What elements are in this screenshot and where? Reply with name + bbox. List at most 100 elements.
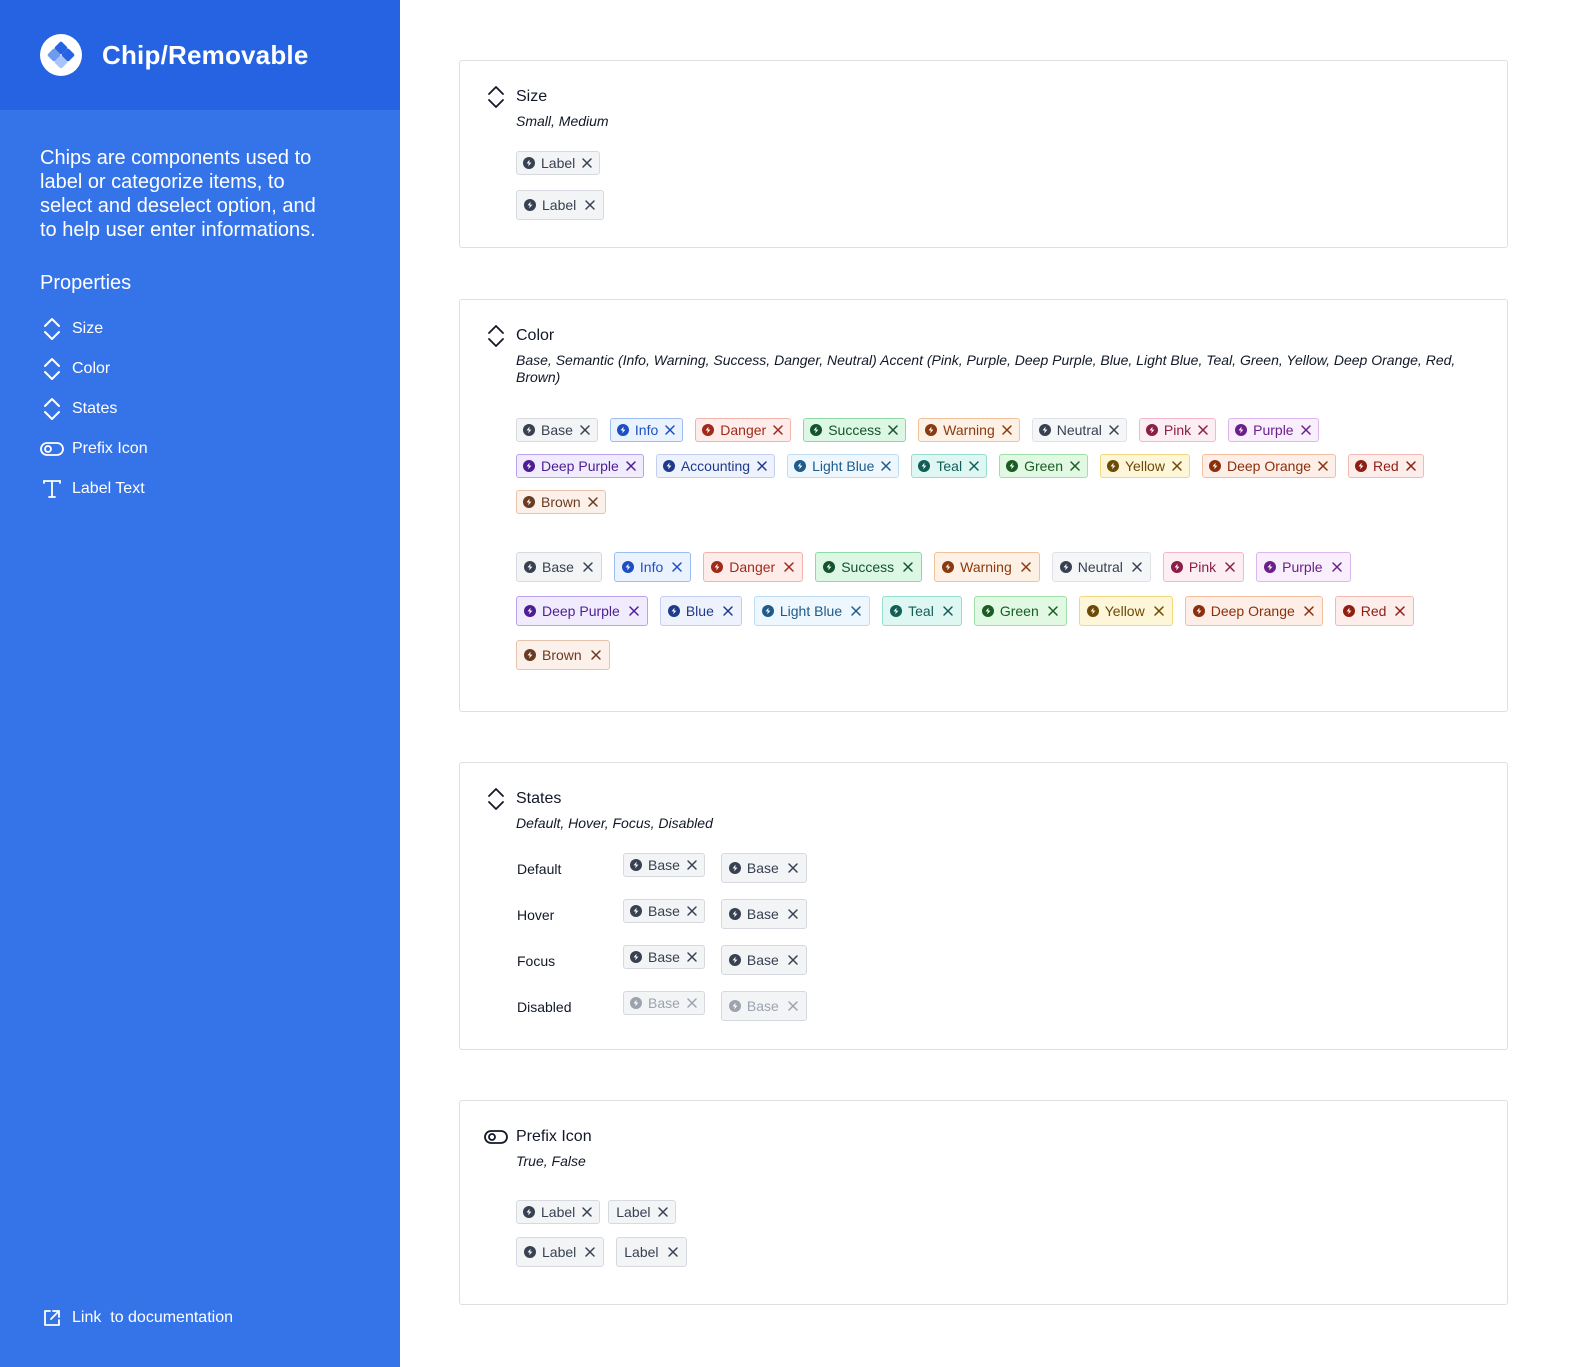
chip-base[interactable]: Base (623, 899, 705, 923)
chip-deep-orange[interactable]: Deep Orange (1184, 596, 1323, 626)
close-icon[interactable] (590, 649, 602, 661)
chip-base[interactable]: Base (623, 945, 705, 969)
chip-warning[interactable]: Warning (934, 552, 1040, 582)
close-icon[interactable] (1069, 460, 1081, 472)
close-icon[interactable] (942, 605, 954, 617)
chip-red[interactable]: Red (1348, 454, 1424, 478)
documentation-link[interactable]: Link to documentation (40, 1306, 233, 1330)
chip-purple[interactable]: Purple (1256, 552, 1351, 582)
close-icon[interactable] (1224, 561, 1236, 573)
chip-base[interactable]: Base (623, 853, 705, 877)
close-icon[interactable] (1303, 605, 1315, 617)
close-icon[interactable] (880, 460, 892, 472)
close-icon[interactable] (722, 605, 734, 617)
chip-yellow[interactable]: Yellow (1078, 596, 1173, 626)
close-icon[interactable] (756, 460, 768, 472)
chip-deep-purple[interactable]: Deep Purple (516, 454, 644, 478)
chip[interactable]: Label (516, 151, 601, 175)
close-icon[interactable] (850, 605, 862, 617)
chip-green[interactable]: Green (973, 596, 1067, 626)
chip-success[interactable]: Success (815, 552, 923, 582)
chip-base[interactable]: Base (516, 418, 598, 442)
chip-teal[interactable]: Teal (882, 596, 962, 626)
close-icon[interactable] (787, 908, 799, 920)
chip-base[interactable]: Base (720, 899, 807, 929)
chip-brown[interactable]: Brown (516, 490, 606, 514)
chip-neutral[interactable]: Neutral (1031, 418, 1127, 442)
close-icon[interactable] (1394, 605, 1406, 617)
close-icon[interactable] (686, 951, 698, 963)
close-icon[interactable] (628, 605, 640, 617)
chip-danger[interactable]: Danger (703, 552, 804, 582)
close-icon[interactable] (664, 424, 676, 436)
close-icon[interactable] (1108, 424, 1120, 436)
close-icon[interactable] (1331, 561, 1343, 573)
close-icon[interactable] (667, 1246, 679, 1258)
close-icon[interactable] (581, 157, 593, 169)
chip-base[interactable]: Base (516, 552, 602, 582)
chip-light-blue[interactable]: Light Blue (787, 454, 900, 478)
chip-teal[interactable]: Teal (911, 454, 988, 478)
chip-purple[interactable]: Purple (1228, 418, 1319, 442)
property-item-size[interactable]: Size (40, 309, 400, 349)
close-icon[interactable] (579, 424, 591, 436)
chip-base[interactable]: Base (720, 853, 807, 883)
close-icon[interactable] (1405, 460, 1417, 472)
chip-green[interactable]: Green (999, 454, 1088, 478)
close-icon[interactable] (1300, 424, 1312, 436)
close-icon[interactable] (671, 561, 683, 573)
chip-deep-orange[interactable]: Deep Orange (1201, 454, 1337, 478)
close-icon[interactable] (587, 496, 599, 508)
close-icon[interactable] (582, 561, 594, 573)
chip-light-blue[interactable]: Light Blue (753, 596, 871, 626)
close-icon[interactable] (625, 460, 637, 472)
chip-with-prefix[interactable]: Label (516, 1200, 601, 1224)
close-icon[interactable] (787, 862, 799, 874)
chip[interactable]: Label (516, 190, 605, 220)
chip-brown[interactable]: Brown (516, 640, 610, 670)
chip-red[interactable]: Red (1334, 596, 1415, 626)
close-icon[interactable] (1171, 460, 1183, 472)
close-icon[interactable] (787, 954, 799, 966)
close-icon[interactable] (657, 1206, 669, 1218)
close-icon[interactable] (686, 905, 698, 917)
property-item-label-text[interactable]: Label Text (40, 469, 400, 509)
chip-info[interactable]: Info (613, 552, 692, 582)
close-icon[interactable] (581, 1206, 593, 1218)
close-icon[interactable] (1197, 424, 1209, 436)
chip-pink[interactable]: Pink (1138, 418, 1217, 442)
chip-warning[interactable]: Warning (918, 418, 1020, 442)
chip-success[interactable]: Success (803, 418, 907, 442)
chip-accounting[interactable]: Accounting (655, 454, 776, 478)
chip-blue[interactable]: Blue (659, 596, 742, 626)
property-item-states[interactable]: States (40, 389, 400, 429)
chip-with-prefix[interactable]: Label (516, 1237, 605, 1267)
chip-neutral[interactable]: Neutral (1051, 552, 1151, 582)
close-icon[interactable] (1317, 460, 1329, 472)
close-icon[interactable] (772, 424, 784, 436)
close-icon[interactable] (887, 424, 899, 436)
close-icon[interactable] (1001, 424, 1013, 436)
close-icon[interactable] (1047, 605, 1059, 617)
chip-deep-purple[interactable]: Deep Purple (516, 596, 648, 626)
chip-danger[interactable]: Danger (695, 418, 792, 442)
chip-without-prefix[interactable]: Label (616, 1237, 687, 1267)
close-icon[interactable] (584, 1246, 596, 1258)
close-icon[interactable] (1131, 561, 1143, 573)
chip-info[interactable]: Info (609, 418, 684, 442)
close-icon[interactable] (902, 561, 914, 573)
close-icon[interactable] (1153, 605, 1165, 617)
close-icon[interactable] (968, 460, 980, 472)
property-item-prefix-icon[interactable]: Prefix Icon (40, 429, 400, 469)
component-title: Chip/Removable (102, 39, 309, 70)
chip-label: Base (746, 906, 779, 922)
property-item-color[interactable]: Color (40, 349, 400, 389)
chip-without-prefix[interactable]: Label (608, 1200, 676, 1224)
close-icon[interactable] (686, 859, 698, 871)
chip-pink[interactable]: Pink (1162, 552, 1245, 582)
close-icon[interactable] (584, 199, 596, 211)
close-icon[interactable] (783, 561, 795, 573)
chip-yellow[interactable]: Yellow (1100, 454, 1190, 478)
chip-base[interactable]: Base (720, 945, 807, 975)
close-icon[interactable] (1020, 561, 1032, 573)
